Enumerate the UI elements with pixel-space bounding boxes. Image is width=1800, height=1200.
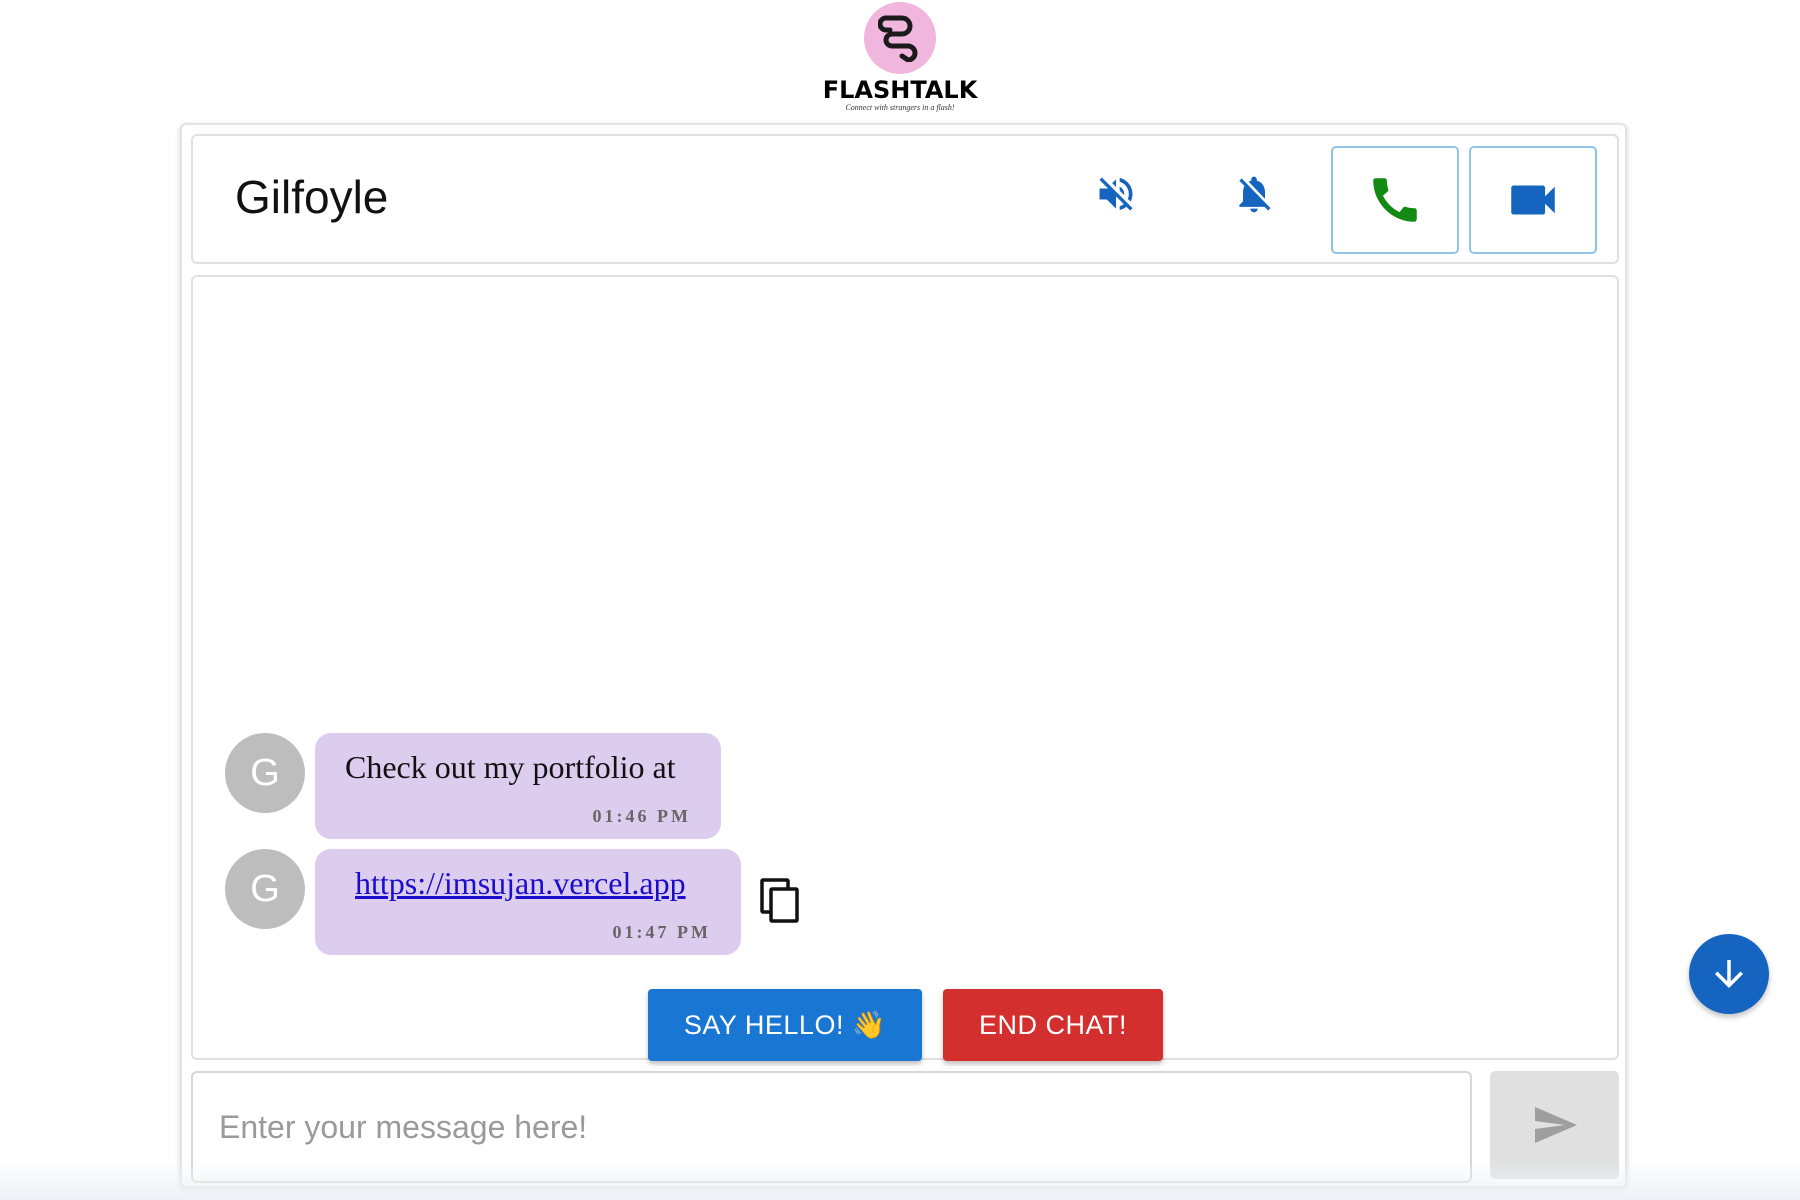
avatar: G — [225, 733, 305, 813]
logo-chat-icon — [864, 2, 936, 74]
voice-call-button[interactable] — [1331, 146, 1459, 254]
message-bubble: Check out my portfolio at 01:46 PM — [315, 733, 721, 839]
video-call-button[interactable] — [1469, 146, 1597, 254]
notifications-off-icon — [1239, 176, 1271, 213]
app-tagline: Connect with strangers in a flash! — [845, 103, 955, 112]
end-chat-button[interactable]: END CHAT! — [943, 989, 1163, 1061]
messages-panel[interactable]: G Check out my portfolio at 01:46 PM G h… — [191, 275, 1619, 1061]
chat-header: Gilfoyle — [191, 134, 1619, 264]
arrow-down-icon — [1715, 960, 1743, 988]
mute-sound-button[interactable] — [1086, 164, 1146, 224]
message-link-wrapper: https://imsujan.vercel.app — [355, 863, 686, 903]
videocam-icon — [1511, 185, 1555, 215]
message-time: 01:46 PM — [592, 806, 691, 826]
message-bubble: https://imsujan.vercel.app 01:47 PM — [315, 849, 741, 955]
scroll-to-bottom-button[interactable] — [1689, 934, 1769, 1014]
avatar: G — [225, 849, 305, 929]
message-time: 01:47 PM — [612, 922, 711, 942]
message-text: Check out my portfolio at — [345, 749, 676, 785]
page-bottom-shade — [0, 1160, 1800, 1200]
mute-notifications-button[interactable] — [1224, 164, 1284, 224]
message-link[interactable]: https://imsujan.vercel.app — [355, 865, 686, 901]
app-logo: FLASHTALK Connect with strangers in a fl… — [810, 2, 990, 113]
partner-name: Gilfoyle — [235, 171, 389, 223]
copy-icon — [760, 878, 799, 923]
copy-link-button[interactable] — [759, 877, 803, 925]
wave-icon: 👋 — [851, 1010, 887, 1040]
phone-icon — [1373, 178, 1417, 222]
volume-off-icon — [1099, 177, 1133, 211]
app-name: FLASHTALK — [822, 76, 978, 104]
say-hello-button[interactable]: SAY HELLO! 👋 — [648, 989, 922, 1061]
say-hello-label: SAY HELLO! — [683, 1010, 844, 1040]
send-icon — [1534, 1107, 1577, 1143]
